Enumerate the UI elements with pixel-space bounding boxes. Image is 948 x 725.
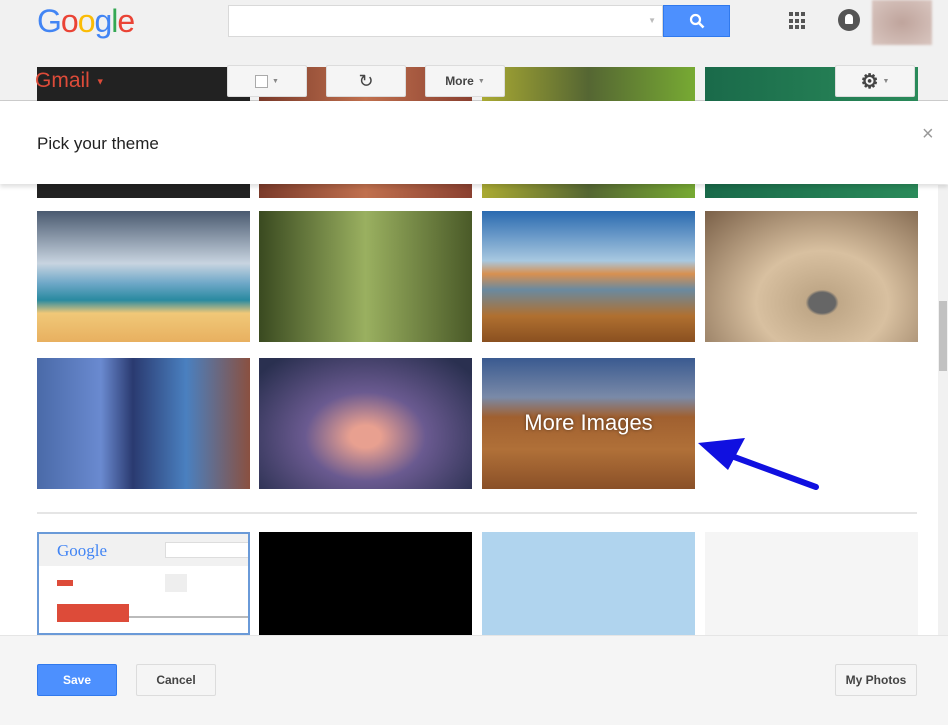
preview-logo: Google xyxy=(57,541,108,560)
refresh-button[interactable]: ↻ xyxy=(326,65,406,97)
apps-grid-icon[interactable] xyxy=(789,12,807,30)
scrollbar[interactable] xyxy=(938,185,948,635)
search-input[interactable]: ▼ xyxy=(228,5,663,37)
more-button[interactable]: More ▼ xyxy=(425,65,505,97)
theme-classic[interactable]: Google xyxy=(37,532,250,635)
more-images-tile[interactable]: More Images xyxy=(482,358,695,489)
gmail-label: Gmail xyxy=(35,69,90,92)
checkbox-icon xyxy=(255,74,269,88)
theme-desert-rock[interactable] xyxy=(705,211,918,342)
dialog-title: Pick your theme xyxy=(37,134,159,153)
theme-storm[interactable] xyxy=(259,358,472,489)
save-button[interactable]: Save xyxy=(37,664,117,696)
theme-beach[interactable] xyxy=(37,211,250,342)
search-options-icon[interactable]: ▼ xyxy=(648,16,656,25)
google-logo[interactable]: Google xyxy=(37,3,135,40)
theme-light-blue[interactable] xyxy=(482,532,695,635)
select-checkbox-button[interactable]: ▼ xyxy=(227,65,307,97)
theme-city[interactable] xyxy=(37,358,250,489)
scrollbar-thumb[interactable] xyxy=(939,301,947,371)
dialog-footer: Save Cancel My Photos xyxy=(0,635,948,725)
gear-icon: ⚙ xyxy=(860,70,879,93)
my-photos-button[interactable]: My Photos xyxy=(835,664,917,696)
settings-button[interactable]: ⚙ ▼ xyxy=(835,65,915,97)
caret-down-icon: ▼ xyxy=(882,77,890,85)
caret-down-icon: ▼ xyxy=(477,77,485,85)
theme-forest[interactable] xyxy=(259,211,472,342)
close-icon[interactable]: × xyxy=(922,123,934,146)
search-button[interactable] xyxy=(663,5,730,37)
refresh-icon: ↻ xyxy=(358,70,374,91)
more-label: More xyxy=(445,74,474,88)
avatar[interactable] xyxy=(872,0,932,45)
gmail-menu[interactable]: Gmail ▼ xyxy=(35,68,105,94)
theme-light-gray[interactable] xyxy=(705,532,918,635)
theme-dialog: Pick your theme × More Images Google Sav… xyxy=(0,67,948,725)
search-icon xyxy=(689,13,704,29)
caret-down-icon: ▼ xyxy=(95,76,105,87)
more-images-label: More Images xyxy=(524,410,653,435)
divider xyxy=(37,512,917,514)
notifications-icon[interactable] xyxy=(838,9,860,31)
cancel-button[interactable]: Cancel xyxy=(136,664,216,696)
caret-down-icon: ▼ xyxy=(272,77,279,85)
dialog-header: Pick your theme × xyxy=(0,101,948,184)
theme-black[interactable] xyxy=(259,532,472,635)
theme-golden-gate[interactable] xyxy=(482,211,695,342)
